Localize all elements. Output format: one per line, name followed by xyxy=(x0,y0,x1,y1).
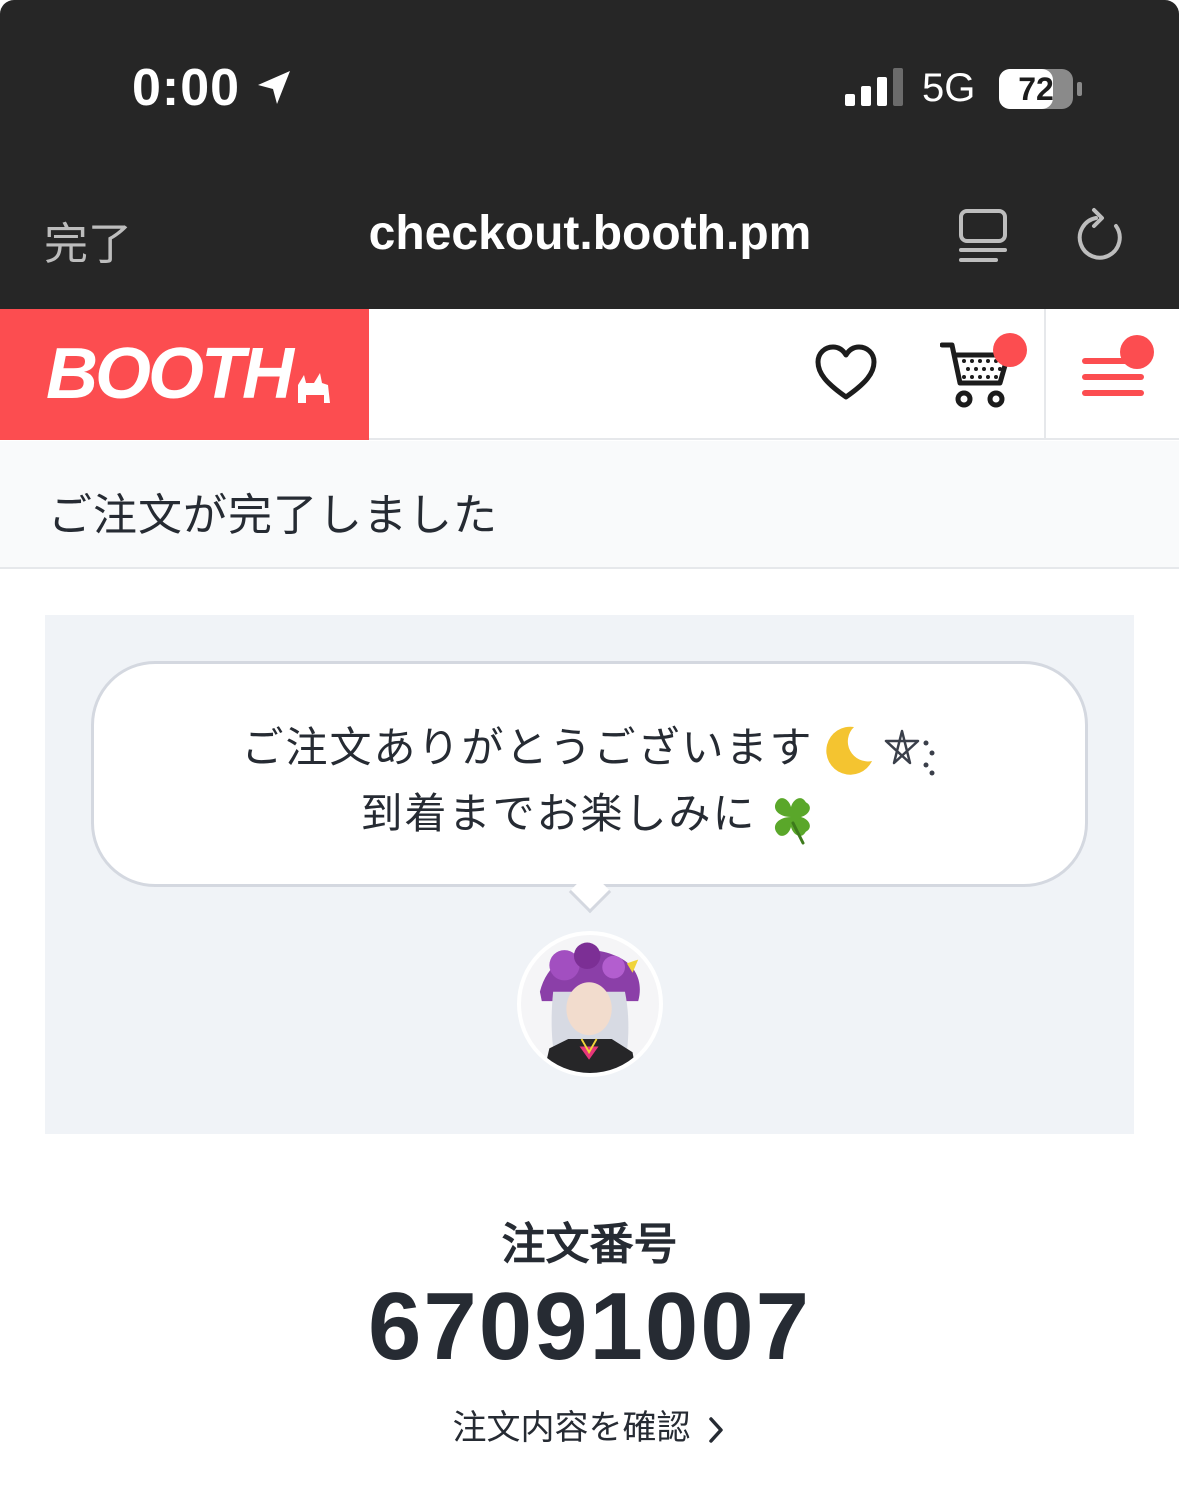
crescent-moon-icon xyxy=(825,726,872,775)
booth-mascot-icon xyxy=(298,373,330,403)
site-header: BOOTH xyxy=(0,309,1179,440)
header-divider xyxy=(1044,309,1046,440)
cellular-signal-icon xyxy=(845,68,903,106)
order-number-label: 注文番号 xyxy=(501,1219,678,1270)
reload-icon[interactable] xyxy=(1072,206,1128,266)
page-title-bar: ご注文が完了しました xyxy=(0,441,1179,569)
chevron-right-icon xyxy=(708,1416,723,1443)
browser-chrome: 0:00 5G 72 完了 checkout.booth.pm xyxy=(0,0,1179,309)
status-time: 0:00 xyxy=(132,59,241,117)
message-line-2: 到着までお楽しみに xyxy=(94,780,1085,845)
network-type: 5G xyxy=(922,66,976,110)
four-leaf-clover-icon xyxy=(774,797,810,844)
message-line-1-text: ご注文ありがとうございます xyxy=(241,723,814,772)
view-order-link[interactable]: 注文内容を確認 xyxy=(0,1400,1179,1449)
pentagram-sparkle-icon xyxy=(884,729,934,775)
speech-bubble: ご注文ありがとうございます 到着までお楽しみに xyxy=(91,661,1088,887)
favorites-heart-icon[interactable] xyxy=(814,343,878,403)
message-line-2-text: 到着までお楽しみに xyxy=(360,789,757,838)
shop-message-panel: ご注文ありがとうございます 到着までお楽しみに xyxy=(45,615,1134,1134)
message-line-1: ご注文ありがとうございます xyxy=(94,714,1085,779)
order-number: 67091007 xyxy=(367,1273,812,1380)
page-title: ご注文が完了しました xyxy=(48,490,498,541)
done-button[interactable]: 完了 xyxy=(44,208,132,272)
cart-notification-badge xyxy=(993,333,1027,367)
menu-notification-badge xyxy=(1120,335,1154,369)
booth-logo[interactable]: BOOTH xyxy=(0,309,369,440)
battery-percent: 72 xyxy=(1018,71,1054,107)
reader-view-icon[interactable] xyxy=(958,208,1008,264)
shop-owner-avatar[interactable] xyxy=(517,931,663,1077)
logo-text: BOOTH xyxy=(46,334,294,414)
view-order-link-label: 注文内容を確認 xyxy=(452,1408,691,1448)
location-arrow-icon xyxy=(258,71,290,104)
address-bar[interactable]: checkout.booth.pm xyxy=(300,206,880,261)
